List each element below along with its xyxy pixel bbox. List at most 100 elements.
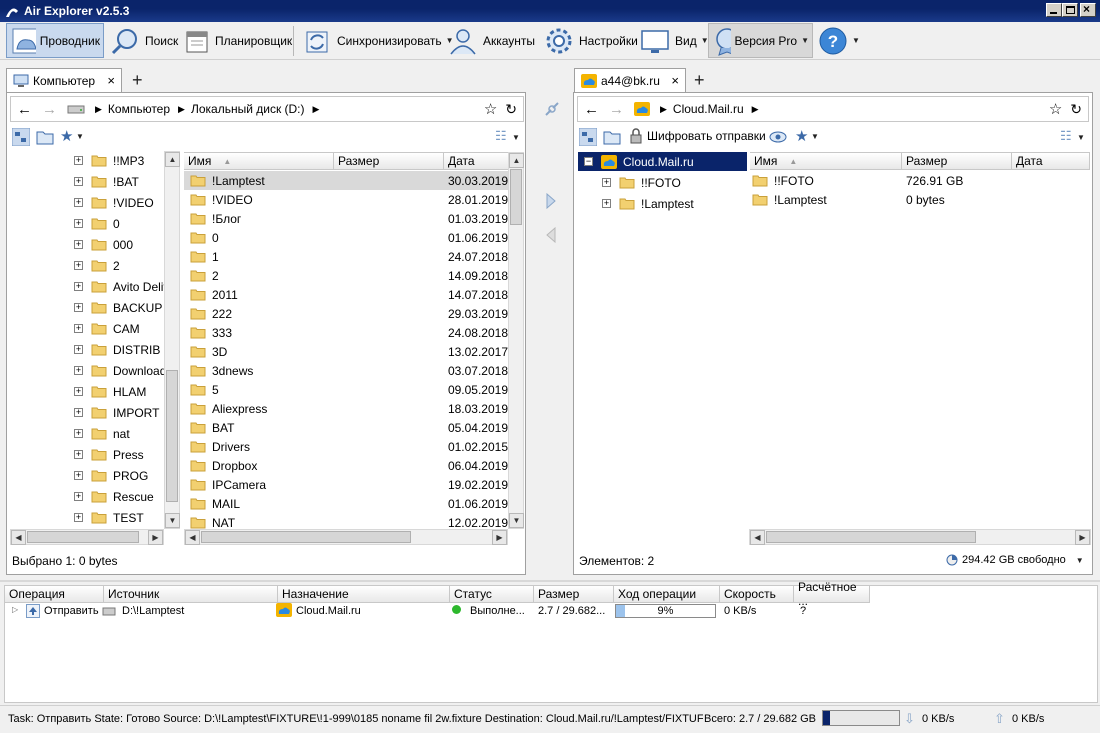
- tree-item[interactable]: + !!FOTO: [602, 173, 681, 192]
- view-mode-icon[interactable]: ☷: [495, 128, 507, 144]
- minimize-button[interactable]: [1046, 3, 1062, 17]
- tree-view-icon[interactable]: [579, 128, 597, 146]
- copy-right-icon[interactable]: [545, 193, 557, 209]
- view-mode-icon[interactable]: ☷: [1060, 128, 1072, 144]
- scheduler-button[interactable]: Планировщик: [180, 23, 295, 58]
- refresh-icon[interactable]: ↻: [1070, 101, 1082, 118]
- favorites-star-icon[interactable]: ★: [795, 127, 808, 145]
- settings-button[interactable]: Настройки: [540, 23, 641, 58]
- tab-cloud-account[interactable]: a44@bk.ru ×: [574, 68, 686, 92]
- left-list-hscroll[interactable]: ◀ ▶: [184, 529, 508, 545]
- file-row[interactable]: Drivers 01.02.2015: [184, 437, 508, 456]
- chevron-down-icon[interactable]: ▼: [811, 132, 819, 141]
- file-row[interactable]: !Блог 01.03.2019: [184, 209, 508, 228]
- chevron-down-icon[interactable]: ▼: [512, 133, 520, 142]
- expand-icon[interactable]: +: [74, 303, 83, 312]
- back-icon[interactable]: ←: [584, 101, 599, 118]
- left-tree-vscroll[interactable]: ▲ ▼: [164, 151, 180, 529]
- expand-icon[interactable]: +: [74, 219, 83, 228]
- file-row[interactable]: 333 24.08.2018: [184, 323, 508, 342]
- column-name[interactable]: Имя ▲: [750, 152, 902, 170]
- column-destination[interactable]: Назначение: [278, 585, 450, 603]
- help-button[interactable]: ? ▼: [815, 23, 863, 58]
- column-operation[interactable]: Операция: [4, 585, 104, 603]
- favorites-star-icon[interactable]: ★: [60, 127, 73, 145]
- scroll-right-icon[interactable]: ▶: [492, 530, 507, 545]
- new-folder-icon[interactable]: [603, 129, 621, 145]
- column-progress[interactable]: Ход операции: [614, 585, 720, 603]
- search-button[interactable]: Поиск: [106, 23, 181, 58]
- file-row[interactable]: Aliexpress 18.03.2019: [184, 399, 508, 418]
- file-row[interactable]: MAIL 01.06.2019: [184, 494, 508, 513]
- chevron-down-icon[interactable]: ▼: [1077, 133, 1085, 142]
- tree-item[interactable]: + BACKUP: [74, 298, 162, 317]
- tree-item[interactable]: + 0: [74, 214, 120, 233]
- column-size[interactable]: Размер: [534, 585, 614, 603]
- file-row[interactable]: !!FOTO 726.91 GB: [752, 171, 1090, 190]
- link-panels-icon[interactable]: [543, 100, 561, 118]
- encrypt-uploads-button[interactable]: Шифровать отправки: [629, 128, 766, 144]
- scroll-up-icon[interactable]: ▲: [165, 152, 180, 167]
- accounts-button[interactable]: Аккаунты: [444, 23, 538, 58]
- new-tab-button[interactable]: +: [694, 71, 705, 89]
- tree-view-icon[interactable]: [12, 128, 30, 146]
- tree-item[interactable]: + HLAM: [74, 382, 146, 401]
- left-tree-hscroll[interactable]: ◀ ▶: [10, 529, 164, 545]
- breadcrumb-drive[interactable]: Локальный диск (D:): [191, 102, 305, 116]
- column-name[interactable]: Имя ▲: [184, 152, 334, 170]
- file-row[interactable]: IPCamera 19.02.2019: [184, 475, 508, 494]
- scroll-down-icon[interactable]: ▼: [165, 513, 180, 528]
- tree-item[interactable]: + !BAT: [74, 172, 139, 191]
- file-row[interactable]: 2 14.09.2018: [184, 266, 508, 285]
- file-row[interactable]: Dropbox 06.04.2019: [184, 456, 508, 475]
- file-row[interactable]: !Lamptest 0 bytes: [752, 190, 1090, 209]
- tree-item[interactable]: + TEST: [74, 508, 144, 527]
- scroll-down-icon[interactable]: ▼: [509, 513, 524, 528]
- eye-icon[interactable]: [769, 129, 787, 145]
- forward-icon[interactable]: →: [609, 101, 624, 118]
- breadcrumb-computer[interactable]: Компьютер: [108, 102, 170, 116]
- new-folder-icon[interactable]: [36, 129, 54, 145]
- expand-icon[interactable]: +: [74, 492, 83, 501]
- expand-icon[interactable]: +: [74, 429, 83, 438]
- expand-icon[interactable]: +: [74, 513, 83, 522]
- transfer-row[interactable]: ▷ Отправить D:\!Lamptest Cloud.Mail.ru В…: [8, 602, 888, 620]
- file-row[interactable]: 0 01.06.2019: [184, 228, 508, 247]
- close-button[interactable]: ×: [1080, 2, 1096, 17]
- column-source[interactable]: Источник: [104, 585, 278, 603]
- breadcrumb-cloud[interactable]: Cloud.Mail.ru: [673, 102, 744, 116]
- sync-button[interactable]: Синхронизировать ▼: [298, 23, 457, 58]
- expand-icon[interactable]: +: [74, 366, 83, 375]
- expand-icon[interactable]: +: [74, 177, 83, 186]
- expand-icon[interactable]: +: [74, 324, 83, 333]
- tree-item[interactable]: + IMPORT: [74, 403, 159, 422]
- scroll-right-icon[interactable]: ▶: [148, 530, 163, 545]
- scroll-left-icon[interactable]: ◀: [750, 530, 765, 545]
- tree-item[interactable]: + !VIDEO: [74, 193, 154, 212]
- file-row[interactable]: 222 29.03.2019: [184, 304, 508, 323]
- forward-icon[interactable]: →: [42, 101, 57, 118]
- tree-root-cloud[interactable]: − Cloud.Mail.ru: [578, 152, 747, 171]
- scroll-left-icon[interactable]: ◀: [11, 530, 26, 545]
- tree-item[interactable]: + !!MP3: [74, 151, 144, 170]
- tree-item[interactable]: + !Lamptest: [602, 194, 694, 213]
- column-date[interactable]: Дата: [1012, 152, 1090, 170]
- close-icon[interactable]: ×: [671, 73, 679, 88]
- file-row[interactable]: 2011 14.07.2018: [184, 285, 508, 304]
- file-row[interactable]: !VIDEO 28.01.2019: [184, 190, 508, 209]
- tree-item[interactable]: + CAM: [74, 319, 140, 338]
- expand-icon[interactable]: +: [74, 450, 83, 459]
- tree-item[interactable]: + 000: [74, 235, 133, 254]
- file-row[interactable]: BAT 05.04.2019: [184, 418, 508, 437]
- file-row[interactable]: 1 24.07.2018: [184, 247, 508, 266]
- file-row[interactable]: 5 09.05.2019: [184, 380, 508, 399]
- column-eta[interactable]: Расчётное ...: [794, 580, 870, 608]
- expand-icon[interactable]: +: [602, 178, 611, 187]
- copy-left-icon[interactable]: [545, 227, 557, 243]
- tree-item[interactable]: + 2: [74, 256, 120, 275]
- refresh-icon[interactable]: ↻: [505, 101, 517, 118]
- tree-item[interactable]: + Avito Deliv: [74, 277, 169, 296]
- expand-icon[interactable]: +: [74, 345, 83, 354]
- pro-version-button[interactable]: Версия Pro ▼: [708, 23, 813, 58]
- scroll-thumb[interactable]: [766, 531, 976, 543]
